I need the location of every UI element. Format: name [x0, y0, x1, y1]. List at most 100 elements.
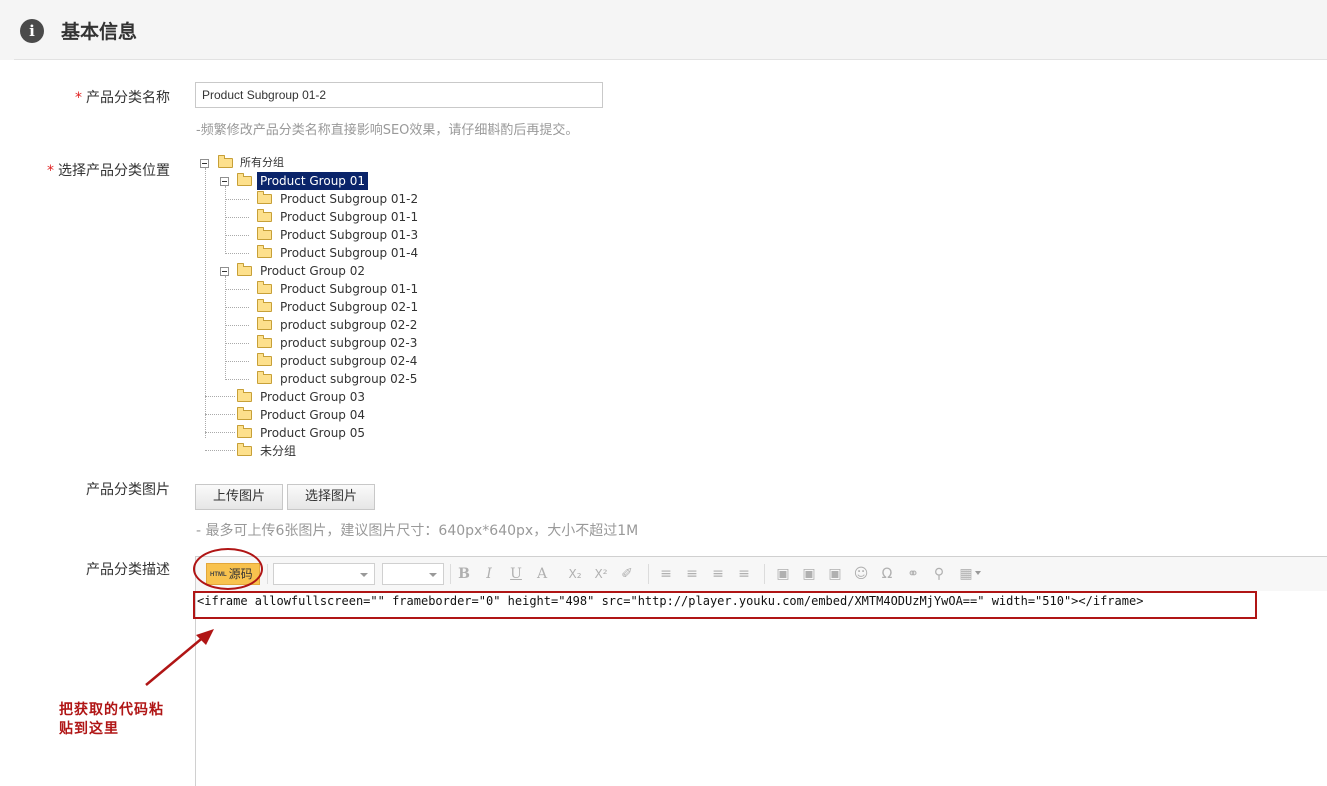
tree-root[interactable]: 所有分组 — [195, 154, 495, 172]
tree-node-group[interactable]: 未分组 — [195, 442, 495, 460]
category-name-label: * 产品分类名称 — [10, 89, 170, 107]
select-image-button[interactable]: 选择图片 — [287, 484, 375, 510]
italic-icon[interactable]: I — [480, 563, 498, 585]
category-image-label: 产品分类图片 — [86, 482, 170, 498]
tree-connector — [225, 253, 249, 254]
category-name-hint: -频繁修改产品分类名称直接影响SEO效果，请仔细斟酌后再提交。 — [196, 123, 579, 138]
table-icon[interactable]: ▦ — [957, 563, 975, 585]
link-icon[interactable]: ⚭ — [904, 563, 922, 585]
subscript-icon[interactable]: X₂ — [566, 563, 584, 585]
info-icon: i — [20, 19, 44, 43]
tree-connector — [225, 307, 249, 308]
highlight-box — [193, 591, 1257, 619]
tree-root-label: 所有分组 — [240, 156, 284, 169]
folder-icon — [257, 299, 272, 312]
toolbar-separator — [764, 564, 765, 584]
annotation-note-line: 把获取的代码粘 — [59, 702, 164, 718]
align-justify-icon[interactable]: ≡ — [735, 563, 753, 585]
tree-node-group[interactable]: Product Group 04 — [195, 406, 495, 424]
collapse-icon[interactable] — [220, 177, 229, 186]
superscript-icon[interactable]: X² — [592, 563, 610, 585]
toolbar-separator — [267, 564, 268, 584]
tree-connector — [225, 217, 249, 218]
tree-node-group[interactable]: Product Group 01 — [195, 172, 495, 190]
image-icon[interactable]: ▣ — [774, 563, 792, 585]
folder-icon — [218, 155, 233, 168]
tree-connector — [225, 379, 249, 380]
tree-node-subgroup[interactable]: Product Subgroup 01-4 — [195, 244, 495, 262]
align-right-icon[interactable]: ≡ — [709, 563, 727, 585]
tree-node-group[interactable]: Product Group 02 — [195, 262, 495, 280]
folder-icon — [257, 281, 272, 294]
tree-node-label: Product Subgroup 01-1 — [280, 210, 419, 224]
tree-connector — [225, 361, 249, 362]
tree-node-subgroup[interactable]: product subgroup 02-3 — [195, 334, 495, 352]
bold-icon[interactable]: B — [455, 563, 473, 585]
folder-icon — [257, 371, 272, 384]
category-description-label: 产品分类描述 — [86, 562, 170, 578]
collapse-icon[interactable] — [200, 159, 209, 168]
folder-icon — [257, 209, 272, 222]
header-divider — [14, 59, 1327, 60]
collapse-icon[interactable] — [220, 267, 229, 276]
tree-node-subgroup[interactable]: product subgroup 02-2 — [195, 316, 495, 334]
upload-image-button[interactable]: 上传图片 — [195, 484, 283, 510]
annotation-note-line: 贴到这里 — [59, 721, 119, 737]
tree-node-label: Product Group 05 — [260, 426, 365, 440]
category-position-label: * 选择产品分类位置 — [10, 162, 170, 180]
category-name-input[interactable] — [195, 82, 603, 108]
section-title: 基本信息 — [61, 21, 138, 43]
eraser-icon[interactable]: ✐ — [618, 563, 636, 585]
category-position-label-text: 选择产品分类位置 — [58, 163, 170, 179]
align-left-icon[interactable]: ≡ — [657, 563, 675, 585]
media-icon[interactable]: ▣ — [826, 563, 844, 585]
tree-node-label: Product Subgroup 01-2 — [280, 192, 419, 206]
tree-node-label: Product Subgroup 01-1 — [280, 282, 419, 296]
font-color-icon[interactable]: A — [533, 563, 551, 585]
special-char-icon[interactable]: Ω — [878, 563, 896, 585]
chevron-down-icon[interactable] — [975, 571, 981, 578]
required-mark: * — [47, 163, 54, 179]
tree-node-subgroup[interactable]: Product Subgroup 01-1 — [195, 280, 495, 298]
folder-icon — [237, 389, 252, 402]
folder-icon — [257, 245, 272, 258]
tree-node-label: Product Group 03 — [260, 390, 365, 404]
align-center-icon[interactable]: ≡ — [683, 563, 701, 585]
folder-icon — [257, 227, 272, 240]
annotation-arrow — [145, 629, 214, 686]
multi-image-icon[interactable]: ▣ — [800, 563, 818, 585]
tree-node-label: Product Subgroup 01-4 — [280, 246, 419, 260]
highlight-circle — [193, 548, 263, 590]
tree-node-subgroup[interactable]: Product Subgroup 02-1 — [195, 298, 495, 316]
tree-node-subgroup[interactable]: Product Subgroup 01-3 — [195, 226, 495, 244]
tree-node-label: product subgroup 02-4 — [280, 354, 418, 368]
folder-icon — [237, 173, 252, 186]
tree-connector — [225, 289, 249, 290]
tree-node-label: Product Group 04 — [260, 408, 365, 422]
section-header — [0, 0, 1327, 60]
tree-node-subgroup[interactable]: Product Subgroup 01-1 — [195, 208, 495, 226]
folder-icon — [237, 263, 252, 276]
font-size-select[interactable] — [382, 563, 444, 585]
tree-node-label: Product Group 02 — [260, 264, 365, 278]
tree-node-label: product subgroup 02-2 — [280, 318, 418, 332]
tree-connector — [225, 235, 249, 236]
tree-node-group[interactable]: Product Group 03 — [195, 388, 495, 406]
tree-node-subgroup[interactable]: product subgroup 02-5 — [195, 370, 495, 388]
unlink-icon[interactable]: ⚲ — [930, 563, 948, 585]
category-name-label-text: 产品分类名称 — [86, 90, 170, 106]
tree-node-subgroup[interactable]: Product Subgroup 01-2 — [195, 190, 495, 208]
tree-node-subgroup[interactable]: product subgroup 02-4 — [195, 352, 495, 370]
folder-icon — [237, 407, 252, 420]
folder-icon — [257, 353, 272, 366]
tree-node-group[interactable]: Product Group 05 — [195, 424, 495, 442]
folder-icon — [257, 191, 272, 204]
tree-node-label: Product Subgroup 01-3 — [280, 228, 419, 242]
font-family-select[interactable] — [273, 563, 375, 585]
toolbar-separator — [450, 564, 451, 584]
emoticon-icon[interactable]: ☺ — [852, 563, 870, 585]
toolbar-separator — [648, 564, 649, 584]
tree-node-label: Product Subgroup 02-1 — [280, 300, 419, 314]
tree-connector — [225, 325, 249, 326]
underline-icon[interactable]: U — [507, 563, 525, 585]
